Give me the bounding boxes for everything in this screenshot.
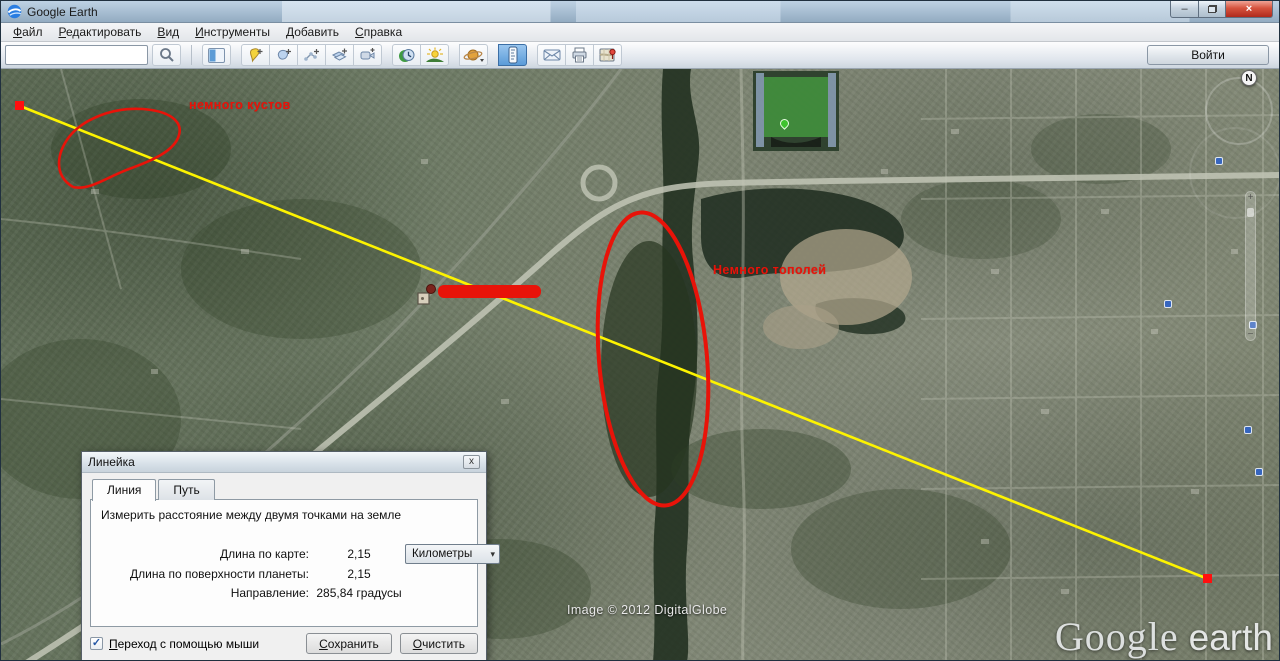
window-title: Google Earth [27, 4, 98, 19]
sidebar-toggle-button[interactable] [202, 44, 231, 66]
map-length-label: Длина по карте: [220, 547, 309, 561]
zoom-in-icon[interactable]: + [1246, 192, 1255, 203]
ruler-dialog-titlebar[interactable]: Линейка x [82, 452, 486, 473]
heading-value: 285,84 градусы [316, 586, 402, 600]
photo-marker[interactable] [1244, 426, 1252, 434]
record-tour-icon [360, 48, 374, 60]
save-button-label: Сохранить [319, 636, 379, 651]
clear-button[interactable]: Очистить [399, 633, 478, 654]
watermark-google: Google [1054, 614, 1179, 659]
mouse-nav-checkbox[interactable]: ✓ Переход с помощью мыши [90, 637, 259, 651]
close-button[interactable]: × [1226, 1, 1273, 18]
sunlight-icon [425, 47, 444, 62]
rail-placemark [417, 284, 436, 305]
search-button[interactable] [152, 44, 181, 66]
restore-button[interactable] [1199, 1, 1226, 18]
placemark-icon [249, 47, 262, 63]
ruler-dialog-title: Линейка [88, 455, 135, 469]
view-in-maps-button[interactable] [593, 44, 622, 66]
path-button[interactable] [297, 44, 326, 66]
move-joystick[interactable] [1189, 127, 1279, 219]
path-icon [303, 49, 319, 61]
ruler-dialog[interactable]: Линейка x Линия Путь Измерить расстояние… [81, 451, 500, 660]
minimize-button[interactable]: – [1170, 1, 1199, 18]
toolbar: Войти [1, 42, 1279, 69]
email-icon [543, 49, 560, 61]
menu-tools[interactable]: Инструменты [187, 24, 278, 40]
planets-button[interactable] [459, 44, 488, 66]
measure-endpoint-start [15, 101, 24, 110]
ruler-icon [508, 46, 517, 64]
chevron-down-icon: ▾ [490, 548, 495, 559]
planets-icon [463, 49, 484, 62]
email-button[interactable] [537, 44, 566, 66]
google-earth-logo-icon [7, 4, 22, 19]
menu-add[interactable]: Добавить [278, 24, 347, 40]
menu-view[interactable]: Вид [149, 24, 187, 40]
photo-marker[interactable] [1164, 300, 1172, 308]
clear-button-label: Очистить [412, 636, 465, 651]
annotation-label-poplars: Немного тополей [713, 263, 827, 277]
ruler-description: Измерить расстояние между двумя точками … [101, 508, 402, 522]
watermark-earth: earth [1188, 617, 1273, 658]
sunlight-button[interactable] [420, 44, 449, 66]
menu-edit[interactable]: Редактировать [51, 24, 150, 40]
ground-length-value: 2,15 [347, 567, 371, 581]
highlight-bar [438, 285, 541, 298]
image-overlay-button[interactable] [325, 44, 354, 66]
annotation-label-bushes: немного кустов [189, 98, 291, 112]
search-icon [159, 48, 174, 62]
compass-north-button[interactable]: N [1241, 70, 1257, 86]
placemark-button[interactable] [241, 44, 270, 66]
tab-path[interactable]: Путь [158, 479, 215, 500]
title-bar[interactable]: Google Earth – × [1, 1, 1279, 23]
ruler-tabs: Линия Путь [92, 479, 478, 501]
sidebar-icon [208, 47, 225, 63]
ruler-dialog-close-button[interactable]: x [463, 455, 480, 469]
print-icon [572, 47, 587, 63]
zoom-slider-handle[interactable] [1247, 208, 1254, 217]
photo-marker[interactable] [1255, 468, 1263, 476]
stadium [753, 71, 839, 151]
search-input[interactable] [5, 45, 148, 65]
menu-bar: Файл Редактировать Вид Инструменты Добав… [1, 23, 1279, 42]
imagery-copyright: Image © 2012 DigitalGlobe [567, 603, 728, 617]
heading-label: Направление: [230, 586, 309, 600]
historical-imagery-button[interactable] [392, 44, 421, 66]
signin-button[interactable]: Войти [1147, 45, 1269, 65]
zoom-out-icon[interactable]: − [1246, 329, 1255, 340]
polygon-icon [277, 49, 291, 60]
polygon-button[interactable] [269, 44, 298, 66]
menu-help[interactable]: Справка [347, 24, 410, 40]
menu-file[interactable]: Файл [5, 24, 51, 40]
print-button[interactable] [565, 44, 594, 66]
historical-imagery-icon [398, 48, 414, 62]
record-tour-button[interactable] [353, 44, 382, 66]
tab-line[interactable]: Линия [92, 479, 157, 501]
view-in-maps-icon [599, 48, 616, 62]
units-value: Километры [412, 548, 473, 560]
google-earth-window: Google Earth – × Файл Редактировать Вид … [0, 0, 1280, 661]
ruler-tab-page: Измерить расстояние между двумя точками … [90, 499, 500, 627]
image-overlay-icon [331, 48, 347, 61]
toolbar-separator [191, 45, 192, 65]
restore-icon [1207, 5, 1217, 13]
ground-length-label: Длина по поверхности планеты: [130, 567, 309, 581]
checkbox-check-icon[interactable]: ✓ [90, 637, 103, 650]
mouse-nav-label: Переход с помощью мыши [109, 636, 260, 651]
map-length-value: 2,15 [347, 547, 371, 561]
google-earth-watermark: Google earth [1055, 613, 1273, 660]
zoom-slider[interactable]: + − [1245, 191, 1256, 341]
units-dropdown[interactable]: Километры ▾ [405, 544, 500, 564]
measure-endpoint-end [1203, 574, 1212, 583]
ruler-button[interactable] [498, 44, 527, 66]
save-button[interactable]: Сохранить [306, 633, 392, 654]
